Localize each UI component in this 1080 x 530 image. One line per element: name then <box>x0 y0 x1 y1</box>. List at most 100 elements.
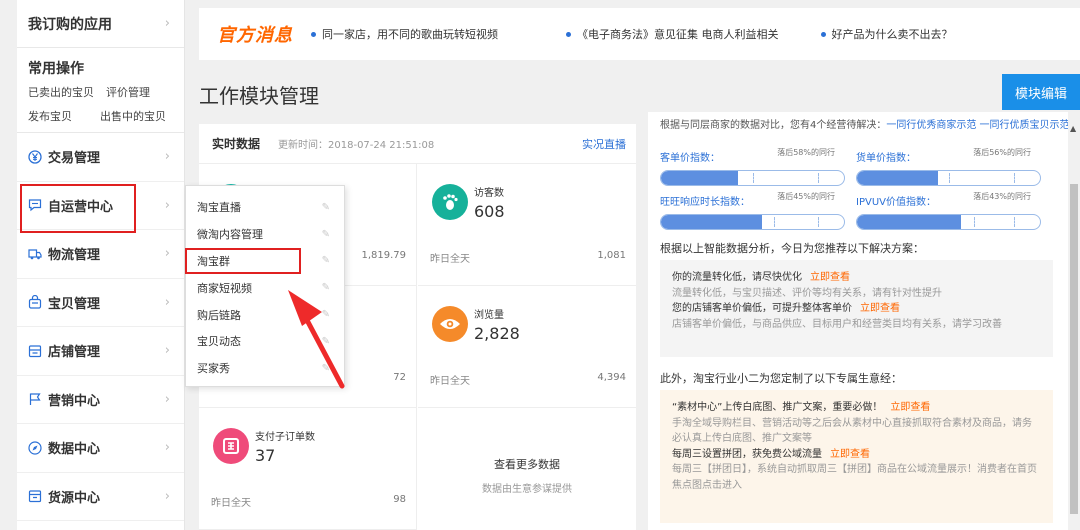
more-data-link[interactable]: 查看更多数据 <box>418 456 636 472</box>
chevron-right-icon: › <box>164 343 170 359</box>
more-data-cell[interactable]: 查看更多数据 数据由生意参谋提供 <box>418 408 636 530</box>
chevron-right-icon: › <box>164 16 170 31</box>
yen-icon <box>27 149 42 164</box>
pin-icon[interactable]: ✎ <box>322 255 330 266</box>
example-links[interactable]: 一同行优秀商家示范 一同行优质宝贝示范 <box>886 120 1068 131</box>
flyout-item-label: 买家秀 <box>197 362 230 376</box>
official-news-logo: 官方消息 <box>217 25 293 46</box>
solution-line: 您的店铺客单价偏低，可提升整体客单价 <box>672 303 852 314</box>
flyout-item-label: 宝贝动态 <box>197 335 241 349</box>
progress-bar <box>660 170 845 186</box>
bullet-icon <box>566 31 571 37</box>
metric-yesterday-value: 72 <box>393 372 406 383</box>
solution-line: 你的流量转化低，请尽快优化 <box>672 272 802 283</box>
progress-fill <box>857 215 962 229</box>
page-title: 工作模块管理 <box>199 84 319 108</box>
store-icon <box>27 343 42 358</box>
custom-line: 每周三设置拼团，获免费公域流量 <box>672 448 822 460</box>
diagnosis-header: 根据与同层商家的数据对比，您有4个经营待解决：一同行优秀商家示范 一同行优质宝贝… <box>660 120 1068 131</box>
metric-bar-rank: 落后43%的同行 <box>973 192 1031 201</box>
progress-fill <box>857 171 938 185</box>
news-item[interactable]: 好产品为什么卖不出去？ <box>820 26 953 42</box>
publish-item-link[interactable]: 发布宝贝 <box>28 108 72 124</box>
progress-fill <box>661 215 762 229</box>
pin-icon[interactable]: ✎ <box>322 229 330 240</box>
view-now-link[interactable]: 立即查看 <box>860 303 900 314</box>
metric-bar: 客单价指数： 落后58%的同行 <box>660 146 845 186</box>
news-text: 《电子商务法》意见征集 电商人利益相关 <box>577 28 779 41</box>
metric-bar-rank: 落后58%的同行 <box>777 148 835 157</box>
solution-detail: 店铺客单价偏低，与商品供应、目标用户和经营类目均有关系，请学习改善 <box>672 318 1002 330</box>
metric-yesterday-value: 4,394 <box>597 372 626 383</box>
custom-box: “素材中心”上传白底图、推广文案，重要必做！ 立即查看 手淘全域导购栏目、营销活动… <box>660 390 1053 523</box>
news-item[interactable]: 同一家店，用不同的歌曲玩转短视频 <box>311 26 498 42</box>
flag-icon <box>27 392 42 407</box>
realtime-title: 实时数据 <box>212 137 261 151</box>
my-apps-header[interactable]: 我订购的应用 › <box>17 0 184 48</box>
flyout-item-label: 淘宝直播 <box>197 201 241 215</box>
metric-bar: 货单价指数： 落后56%的同行 <box>856 146 1041 186</box>
view-now-link[interactable]: 立即查看 <box>890 402 930 413</box>
sidebar-item-logistics[interactable]: 物流管理 › <box>17 230 184 279</box>
metric-cell-visitors: 访客数 608 昨日全天 1,081 <box>418 164 636 286</box>
news-text: 同一家店，用不同的歌曲玩转短视频 <box>322 28 498 41</box>
sidebar-item-label: 宝贝管理 <box>48 296 101 312</box>
sidebar-item-marketing[interactable]: 营销中心 › <box>17 376 184 424</box>
progress-bar <box>856 214 1041 230</box>
sidebar-item-trade[interactable]: 交易管理 › <box>17 133 184 182</box>
scrollbar[interactable]: ▲ <box>1068 112 1080 530</box>
bullet-icon <box>820 31 826 37</box>
scroll-up-icon[interactable]: ▲ <box>1070 124 1076 133</box>
review-manage-link[interactable]: 评价管理 <box>106 84 150 100</box>
sidebar-item-label: 店铺管理 <box>48 345 101 361</box>
news-item[interactable]: 《电子商务法》意见征集 电商人利益相关 <box>566 26 779 42</box>
flyout-item[interactable]: 淘宝直播 ✎ <box>186 194 344 221</box>
custom-line: “素材中心”上传白底图、推广文案，重要必做！ <box>672 402 883 413</box>
scrollbar-thumb[interactable] <box>1070 184 1078 514</box>
metric-bar-label: 客单价指数： <box>660 153 720 164</box>
metric-yesterday-value: 1,081 <box>597 250 626 261</box>
sidebar-item-store[interactable]: 店铺管理 › <box>17 327 184 376</box>
calendar-icon <box>213 428 249 464</box>
metric-cell-pageviews: 浏览量 2,828 昨日全天 4,394 <box>418 286 636 408</box>
solution-detail: 流量转化低，与宝贝描述、评价等均有关系，请有针对性提升 <box>672 287 942 299</box>
flyout-item-label: 商家短视频 <box>197 281 252 295</box>
bag-icon <box>27 295 42 310</box>
bullet-icon <box>311 31 316 37</box>
custom-detail: 手淘全域导购栏目、营销活动等之后会从素材中心直接抓取符合素材及商品，请务必认真上… <box>672 417 1032 445</box>
sidebar-item-label: 营销中心 <box>48 393 101 409</box>
progress-bar <box>660 214 845 230</box>
sidebar-item-data[interactable]: 数据中心 › <box>17 424 184 473</box>
highlight-box <box>185 248 301 274</box>
sidebar-item-label: 数据中心 <box>48 442 101 458</box>
truck-icon <box>27 246 42 261</box>
custom-detail: 每周三【拼团日】，系统自动抓取周三【拼团】商品在公域流量展示！消费者在首页焦点图… <box>672 464 1037 491</box>
compass-icon <box>27 440 42 455</box>
highlight-box <box>20 184 136 233</box>
sidebar-item-label: 交易管理 <box>48 151 101 167</box>
metric-yesterday-label: 昨日全天 <box>430 254 470 265</box>
metric-bar: IPVUV价值指数： 落后43%的同行 <box>856 190 1041 230</box>
live-link[interactable]: 实况直播 <box>582 136 626 152</box>
metric-bar-rank: 落后45%的同行 <box>777 192 835 201</box>
sold-items-link[interactable]: 已卖出的宝贝 <box>28 84 94 100</box>
metric-yesterday-value: 98 <box>393 494 406 505</box>
sidebar-item-items[interactable]: 宝贝管理 › <box>17 279 184 327</box>
sidebar-item-supply[interactable]: 货源中心 › <box>17 473 184 521</box>
box-icon <box>27 489 42 504</box>
chevron-right-icon: › <box>164 294 170 310</box>
eye-icon <box>432 306 468 342</box>
metric-label: 浏览量 <box>474 310 504 321</box>
metric-bar-label: 旺旺响应时长指数： <box>660 197 750 208</box>
common-ops-title: 常用操作 <box>28 61 84 77</box>
view-now-link[interactable]: 立即查看 <box>810 272 850 283</box>
view-now-link[interactable]: 立即查看 <box>830 449 870 460</box>
metric-yesterday-value: 1,819.79 <box>361 250 406 261</box>
flyout-item[interactable]: 微淘内容管理 ✎ <box>186 221 344 248</box>
pin-icon[interactable]: ✎ <box>322 202 330 213</box>
sidebar: 我订购的应用 › 常用操作 已卖出的宝贝 评价管理 发布宝贝 出售中的宝贝 交易… <box>17 0 185 530</box>
chevron-right-icon: › <box>164 488 170 504</box>
on-sale-items-link[interactable]: 出售中的宝贝 <box>100 108 166 124</box>
flyout-item-label: 购后链路 <box>197 308 241 322</box>
module-edit-button[interactable]: 模块编辑 <box>1002 74 1080 110</box>
